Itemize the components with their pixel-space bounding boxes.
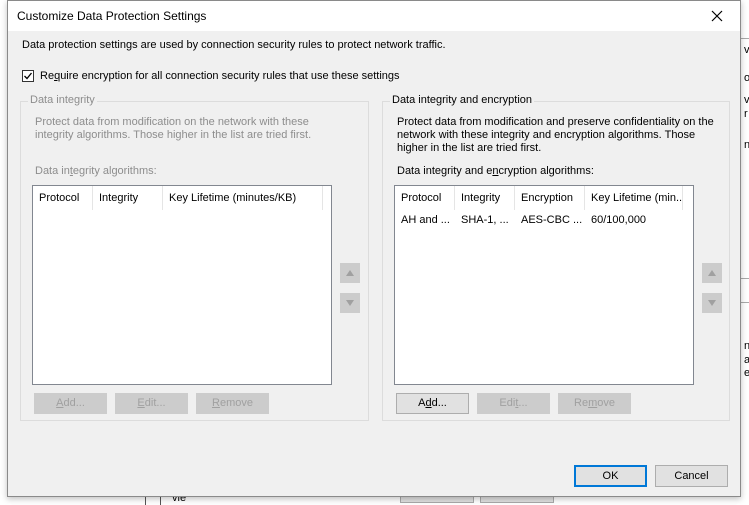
close-icon (711, 10, 723, 22)
integrity-encryption-description: Protect data from modification and prese… (397, 116, 714, 154)
integrity-remove-button[interactable]: Remove (196, 393, 269, 414)
background-text: a (744, 354, 749, 366)
arrow-up-icon (708, 270, 716, 276)
column-header-protocol[interactable]: Protocol (33, 186, 93, 210)
require-encryption-checkbox[interactable] (22, 70, 34, 82)
data-integrity-title: Data integrity (28, 94, 97, 106)
encryption-remove-button[interactable]: Remove (558, 393, 631, 414)
close-button[interactable] (694, 1, 740, 31)
column-header-key-lifetime[interactable]: Key Lifetime (min... (585, 186, 683, 210)
move-up-button[interactable] (340, 263, 360, 283)
encryption-algorithms-list[interactable]: Protocol Integrity Encryption Key Lifeti… (394, 185, 694, 385)
column-header-integrity[interactable]: Integrity (93, 186, 163, 210)
title-bar: Customize Data Protection Settings (8, 1, 740, 31)
data-integrity-description: Protect data from modification on the ne… (35, 116, 312, 141)
background-divider (741, 278, 749, 279)
background-divider (741, 38, 749, 39)
encryption-list-label: Data integrity and encryption algorithms… (397, 165, 594, 177)
cell-key-lifetime: 60/100,000 (591, 214, 647, 226)
arrow-up-icon (346, 270, 354, 276)
require-encryption-row[interactable]: Require encryption for all connection se… (22, 70, 400, 82)
cell-encryption: AES-CBC ... (521, 214, 583, 226)
background-text: nc (744, 139, 749, 151)
encryption-add-button[interactable]: Add... (396, 393, 469, 414)
customize-data-protection-dialog: Customize Data Protection Settings Data … (7, 0, 741, 497)
require-encryption-label[interactable]: Require encryption for all connection se… (40, 70, 400, 82)
list-header: Protocol Integrity Encryption Key Lifeti… (395, 186, 693, 210)
dialog-title: Customize Data Protection Settings (17, 9, 207, 23)
background-divider (741, 302, 749, 303)
move-up-button[interactable] (702, 263, 722, 283)
intro-text: Data protection settings are used by con… (22, 39, 446, 51)
checkmark-icon (24, 72, 33, 80)
ok-button[interactable]: OK (574, 465, 647, 487)
cell-integrity: SHA-1, ... (461, 214, 509, 226)
list-header: Protocol Integrity Key Lifetime (minutes… (33, 186, 331, 210)
column-header-integrity[interactable]: Integrity (455, 186, 515, 210)
background-text: r i (744, 108, 749, 120)
data-integrity-group: Data integrity Protect data from modific… (20, 94, 369, 421)
encryption-edit-button[interactable]: Edit... (477, 393, 550, 414)
background-text: n a (744, 340, 749, 352)
background-text: vi (744, 94, 749, 106)
cancel-button[interactable]: Cancel (655, 465, 728, 487)
integrity-encryption-group: Data integrity and encryption Protect da… (382, 94, 730, 421)
integrity-encryption-title: Data integrity and encryption (390, 94, 535, 106)
column-header-protocol[interactable]: Protocol (395, 186, 455, 210)
integrity-algorithms-list[interactable]: Protocol Integrity Key Lifetime (minutes… (32, 185, 332, 385)
table-row[interactable]: AH and ... SHA-1, ... AES-CBC ... 60/100… (395, 210, 693, 230)
integrity-list-label: Data integrity algorithms: (35, 165, 157, 177)
background-text: ea (744, 367, 749, 379)
column-header-key-lifetime[interactable]: Key Lifetime (minutes/KB) (163, 186, 323, 210)
background-text: v (744, 44, 749, 56)
move-down-button[interactable] (702, 293, 722, 313)
background-text: o (744, 72, 749, 84)
cell-protocol: AH and ... (401, 214, 450, 226)
integrity-add-button[interactable]: Add... (34, 393, 107, 414)
column-header-encryption[interactable]: Encryption (515, 186, 585, 210)
arrow-down-icon (708, 300, 716, 306)
move-down-button[interactable] (340, 293, 360, 313)
integrity-edit-button[interactable]: Edit... (115, 393, 188, 414)
arrow-down-icon (346, 300, 354, 306)
